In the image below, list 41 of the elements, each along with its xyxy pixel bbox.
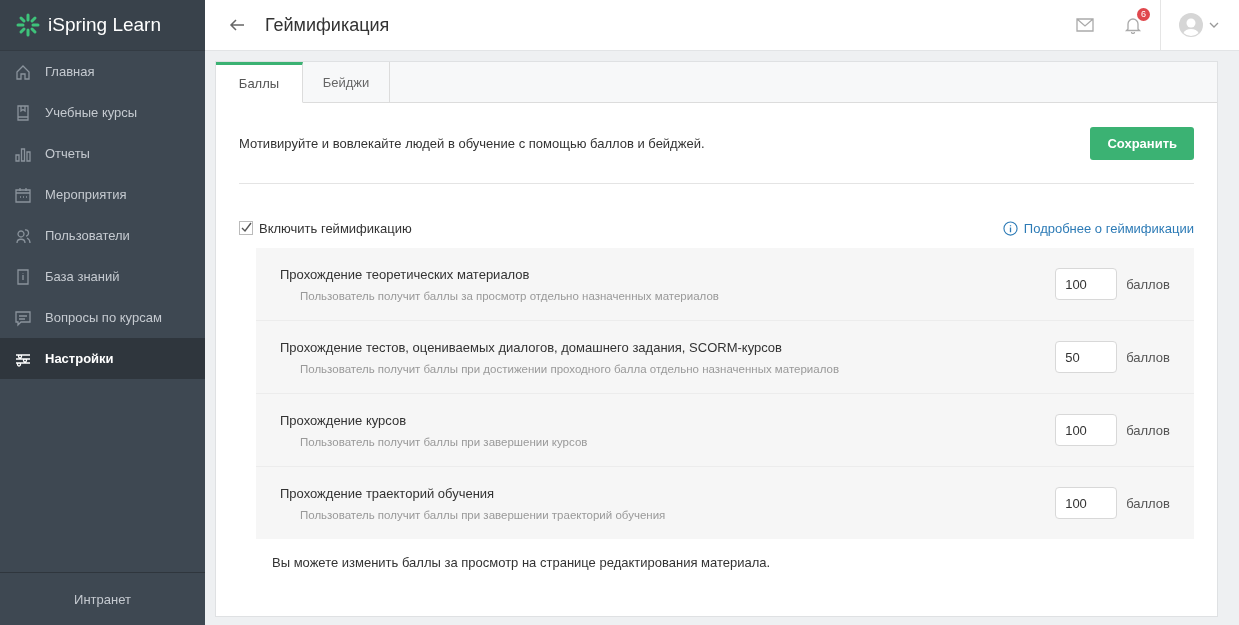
tab[interactable]: Баллы <box>216 62 303 103</box>
sidebar-item[interactable]: Пользователи <box>0 215 205 256</box>
rule-hint: Пользователь получит баллы при достижении проходного балла отдельно назначенных материалов <box>299 362 840 375</box>
intranet-link[interactable]: Интранет <box>0 572 205 625</box>
rule-hint: Пользователь получит баллы при завершении траекторий обучения <box>299 508 667 521</box>
rule-hint: Пользователь получит баллы при завершении курсов <box>299 435 589 448</box>
rule-title: Прохождение теоретических материалов <box>280 266 531 282</box>
info-icon <box>1002 220 1018 236</box>
points-unit: баллов <box>1126 349 1170 365</box>
rule-hint: Пользователь получит баллы за просмотр отдельно назначенных материалов <box>299 289 720 302</box>
sidebar-item[interactable]: Мероприятия <box>0 174 205 215</box>
points-input[interactable]: 100 <box>1055 268 1118 300</box>
points-unit: баллов <box>1126 422 1170 438</box>
brand-name: iSpring Learn <box>48 14 162 36</box>
sidebar-item[interactable]: Главная <box>0 51 205 92</box>
bell-icon[interactable] <box>1124 16 1142 34</box>
page-title: Геймификация <box>265 14 390 36</box>
rule-title: Прохождение курсов <box>280 412 408 428</box>
learn-more-link[interactable]: Подробнее о геймификации <box>1002 220 1194 236</box>
notification-badge: 6 <box>1137 8 1150 21</box>
sidebar-item[interactable]: База знаний <box>0 256 205 297</box>
rule-title: Прохождение траекторий обучения <box>280 485 496 501</box>
sidebar-item[interactable]: Настройки <box>0 338 205 379</box>
note-text: Вы можете изменить баллы за просмотр на странице редактирования материала. <box>272 555 772 570</box>
points-input[interactable]: 100 <box>1055 487 1118 519</box>
sidebar-item[interactable]: Учебные курсы <box>0 92 205 133</box>
back-arrow-icon[interactable] <box>229 17 245 33</box>
sidebar-item[interactable]: Вопросы по курсам <box>0 297 205 338</box>
mail-icon[interactable] <box>1076 18 1094 32</box>
points-input[interactable]: 100 <box>1055 414 1118 446</box>
rule-title: Прохождение тестов, оцениваемых диалогов, домашнего задания, SCORM-курсов <box>280 339 783 355</box>
checkbox[interactable] <box>239 221 253 235</box>
logo-icon <box>16 13 40 37</box>
intro-text: Мотивируйте и вовлекайте людей в обучение с помощью баллов и бейджей. <box>239 135 705 151</box>
tab[interactable]: Бейджи <box>303 62 390 103</box>
points-unit: баллов <box>1126 276 1170 292</box>
points-input[interactable]: 50 <box>1055 341 1118 373</box>
checkbox-label: Включить геймификацию <box>259 220 412 236</box>
points-unit: баллов <box>1126 495 1170 511</box>
chevron-down-icon[interactable] <box>1209 22 1219 28</box>
sidebar-item[interactable]: Отчеты <box>0 133 205 174</box>
